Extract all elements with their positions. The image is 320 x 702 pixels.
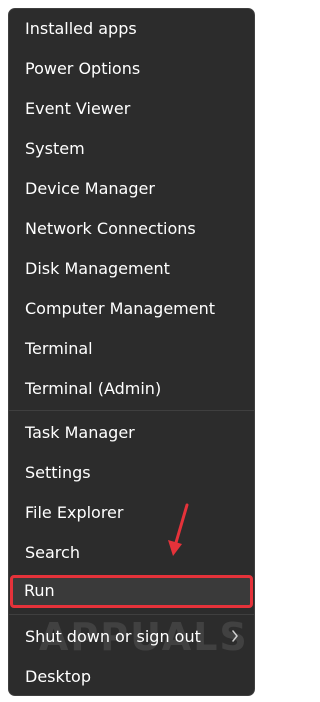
menu-item-label: Network Connections [25,219,196,238]
menu-item-shut-down-or-sign-out[interactable]: Shut down or sign out [11,619,252,655]
menu-item-system[interactable]: System [11,131,252,167]
menu-item-power-options[interactable]: Power Options [11,51,252,87]
menu-item-label: Terminal [25,339,93,358]
menu-item-label: File Explorer [25,503,124,522]
context-menu: Installed apps Power Options Event Viewe… [8,8,255,696]
menu-item-file-explorer[interactable]: File Explorer [11,495,252,531]
menu-item-label: Terminal (Admin) [25,379,162,398]
menu-item-device-manager[interactable]: Device Manager [11,171,252,207]
menu-item-label: Computer Management [25,299,216,318]
menu-item-label: Settings [25,463,91,482]
menu-item-settings[interactable]: Settings [11,455,252,491]
menu-item-desktop[interactable]: Desktop [11,659,252,695]
menu-item-label: Device Manager [25,179,155,198]
menu-item-label: Run [24,581,55,600]
menu-item-label: System [25,139,85,158]
menu-item-terminal[interactable]: Terminal [11,331,252,367]
menu-item-label: Desktop [25,667,91,686]
menu-item-label: Task Manager [25,423,135,442]
menu-item-terminal-admin[interactable]: Terminal (Admin) [11,371,252,407]
menu-item-installed-apps[interactable]: Installed apps [11,11,252,47]
menu-item-run[interactable]: Run [10,575,253,608]
menu-item-label: Search [25,543,80,562]
menu-item-label: Disk Management [25,259,170,278]
menu-item-task-manager[interactable]: Task Manager [11,415,252,451]
menu-separator [9,410,254,411]
menu-item-disk-management[interactable]: Disk Management [11,251,252,287]
menu-item-label: Installed apps [25,19,137,38]
menu-item-search[interactable]: Search [11,535,252,571]
menu-item-label: Power Options [25,59,141,78]
chevron-right-icon [232,630,238,642]
menu-item-network-connections[interactable]: Network Connections [11,211,252,247]
red-arrow-annotation [168,503,189,556]
menu-item-label: Event Viewer [25,99,131,118]
menu-item-event-viewer[interactable]: Event Viewer [11,91,252,127]
menu-item-computer-management[interactable]: Computer Management [11,291,252,327]
menu-item-label: Shut down or sign out [25,627,201,646]
